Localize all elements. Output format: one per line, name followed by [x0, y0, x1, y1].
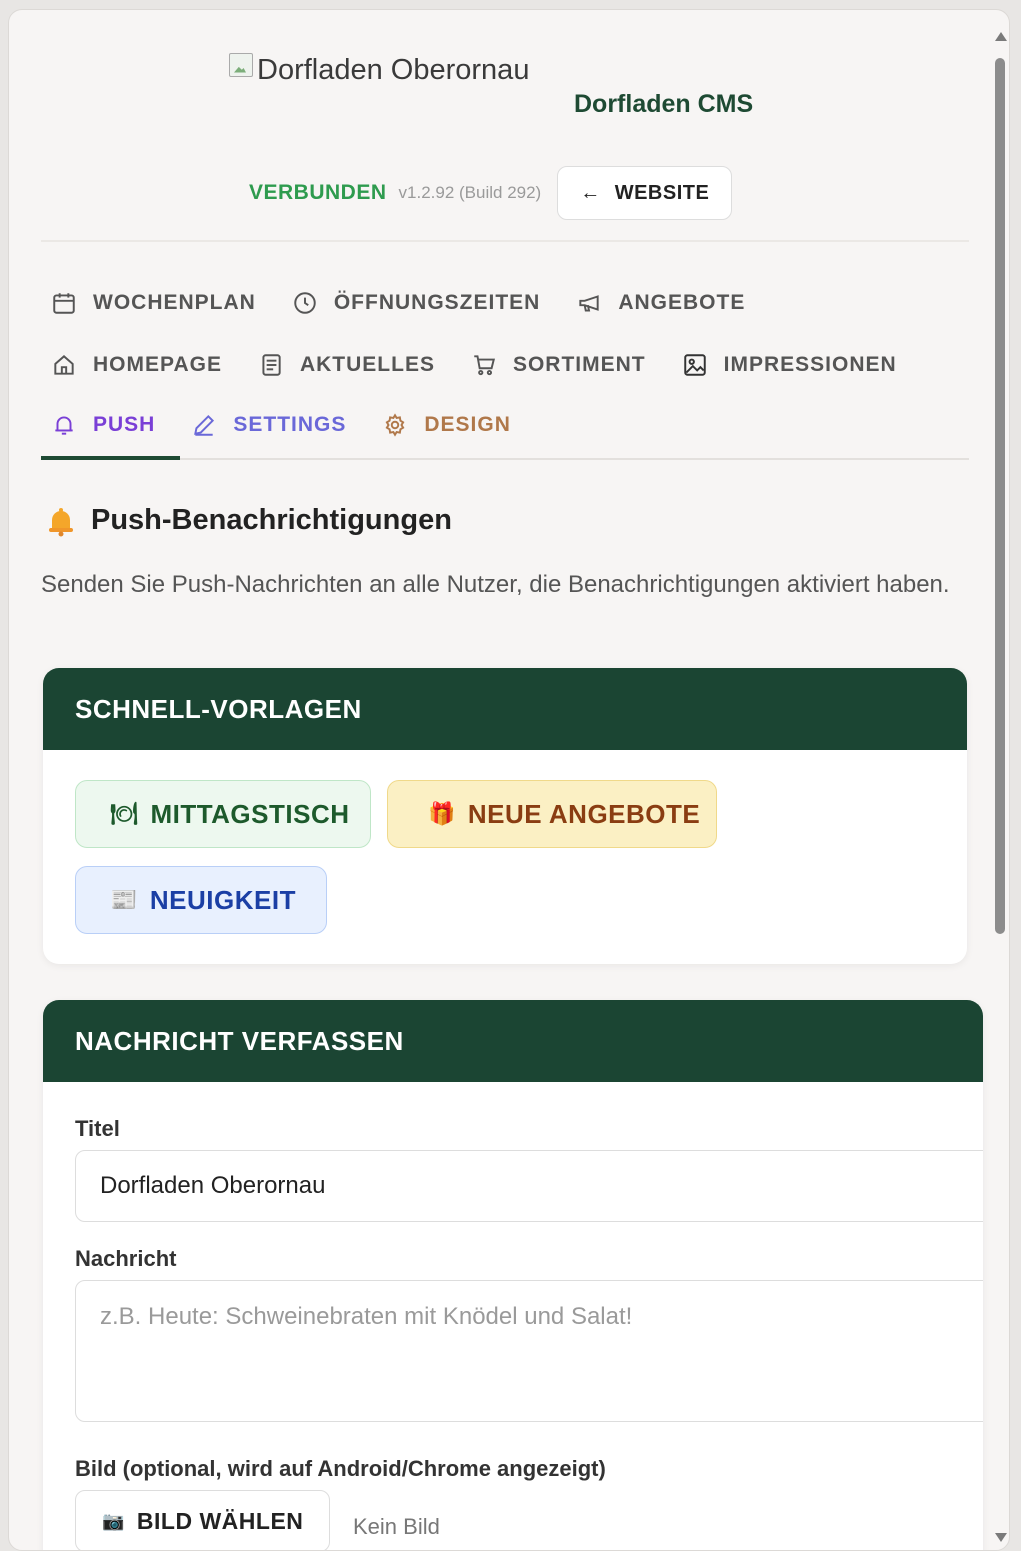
clock-icon [294, 292, 316, 314]
tab-label: WOCHENPLAN [93, 291, 256, 314]
tab-angebote[interactable]: ANGEBOTE [576, 290, 745, 316]
message-label: Nachricht [75, 1246, 177, 1271]
tab-design[interactable]: DESIGN [382, 412, 511, 438]
message-placeholder: z.B. Heute: Schweinebraten mit Knödel un… [100, 1303, 633, 1330]
template-label: NEUE ANGEBOTE [467, 798, 701, 829]
bell-emoji-icon [49, 507, 73, 536]
quick-templates-heading: SCHNELL-VORLAGEN [43, 668, 967, 750]
active-tab-indicator [41, 456, 180, 460]
status-row: VERBUNDEN v1.2.92 (Build 292) ← WEBSITE [249, 166, 733, 220]
logo-alt-text: Dorfladen Oberornau [257, 54, 530, 86]
tab-push[interactable]: PUSH [51, 412, 155, 438]
tab-label: SETTINGS [233, 413, 347, 436]
pencil-icon [194, 414, 215, 436]
page-description: Senden Sie Push-Nachrichten an alle Nutz… [41, 571, 950, 598]
cart-icon [474, 355, 495, 376]
compose-heading: NACHRICHT VERFASSEN [43, 1000, 983, 1082]
newspaper-icon: 📰 [110, 887, 138, 912]
title-label: Titel [75, 1116, 120, 1141]
compose-card: NACHRICHT VERFASSEN Titel Dorfladen Ober… [43, 1000, 983, 1550]
cms-title: Dorfladen CMS [574, 90, 754, 118]
title-input[interactable]: Dorfladen Oberornau [75, 1150, 983, 1222]
template-neuigkeit-button[interactable]: 📰 NEUIGKEIT [75, 866, 327, 934]
tab-wochenplan[interactable]: WOCHENPLAN [51, 290, 256, 316]
tab-label: HOMEPAGE [93, 353, 222, 376]
version-label: v1.2.92 (Build 292) [398, 183, 542, 202]
quick-templates-card: SCHNELL-VORLAGEN 🍽 MITTAGSTISCH 🎁 NEUE A… [43, 668, 967, 964]
broken-image-icon [229, 52, 253, 77]
tab-label: AKTUELLES [299, 353, 435, 376]
scroll-up-icon[interactable] [995, 32, 1007, 41]
bell-icon [55, 416, 73, 435]
arrow-left-icon: ← [580, 181, 601, 204]
connection-status: VERBUNDEN [249, 181, 387, 204]
page-title-text: Push-Benachrichtigungen [91, 504, 452, 536]
gift-icon: 🎁 [428, 801, 456, 826]
logo-image: Dorfladen Oberornau [229, 52, 530, 87]
scrollbar-thumb[interactable] [995, 58, 1005, 934]
calendar-icon [53, 293, 75, 314]
scrollbar[interactable] [991, 24, 1009, 1546]
nav-row: HOMEPAGE AKTUELLES SORTIMENT IMPRESSIONE… [51, 352, 933, 378]
megaphone-icon [579, 295, 599, 312]
message-textarea[interactable]: z.B. Heute: Schweinebraten mit Knödel un… [75, 1280, 983, 1422]
tab-sortiment[interactable]: SORTIMENT [471, 352, 646, 378]
title-input-value: Dorfladen Oberornau [100, 1172, 326, 1199]
tab-label: ANGEBOTE [618, 291, 746, 314]
gear-icon [385, 413, 405, 437]
template-label: MITTAGSTISCH [150, 798, 350, 829]
camera-icon: 📷 [102, 1510, 125, 1531]
template-mittagstisch-button[interactable]: 🍽 MITTAGSTISCH [75, 780, 371, 848]
website-button[interactable]: ← WEBSITE [557, 166, 733, 220]
template-neue-angebote-button[interactable]: 🎁 NEUE ANGEBOTE [387, 780, 717, 848]
template-label: NEUIGKEIT [149, 884, 296, 915]
tab-bar-divider [41, 458, 969, 460]
tab-aktuelles[interactable]: AKTUELLES [258, 352, 435, 378]
tab-label: DESIGN [424, 413, 511, 436]
image-status: Kein Bild [353, 1514, 440, 1539]
tab-label: ÖFFNUNGSZEITEN [333, 291, 541, 314]
tab-impressionen[interactable]: IMPRESSIONEN [682, 352, 897, 378]
page-title: Push-Benachrichtigungen [45, 504, 452, 537]
news-icon [262, 354, 281, 376]
tab-oeffnungszeiten[interactable]: ÖFFNUNGSZEITEN [292, 290, 541, 316]
tab-homepage[interactable]: HOMEPAGE [51, 352, 222, 378]
tab-label: PUSH [93, 413, 156, 436]
scroll-down-icon[interactable] [995, 1533, 1007, 1542]
choose-image-button[interactable]: 📷 BILD WÄHLEN [75, 1490, 331, 1550]
tab-settings[interactable]: SETTINGS [191, 412, 346, 438]
header-divider [41, 240, 969, 242]
plate-icon: 🍽 [110, 801, 139, 826]
website-button-label: WEBSITE [614, 181, 710, 204]
cms-panel: Dorfladen Oberornau Dorfladen CMS VERBUN… [8, 9, 1010, 1551]
nav-row: PUSH SETTINGS DESIGN [51, 412, 547, 438]
tab-label: IMPRESSIONEN [723, 353, 897, 376]
tab-label: SORTIMENT [512, 353, 646, 376]
image-icon [683, 354, 706, 376]
choose-image-label: BILD WÄHLEN [136, 1507, 304, 1534]
nav-row: WOCHENPLAN ÖFFNUNGSZEITEN ANGEBOTE [51, 290, 781, 316]
image-label: Bild (optional, wird auf Android/Chrome … [75, 1456, 606, 1481]
home-icon [54, 355, 74, 375]
